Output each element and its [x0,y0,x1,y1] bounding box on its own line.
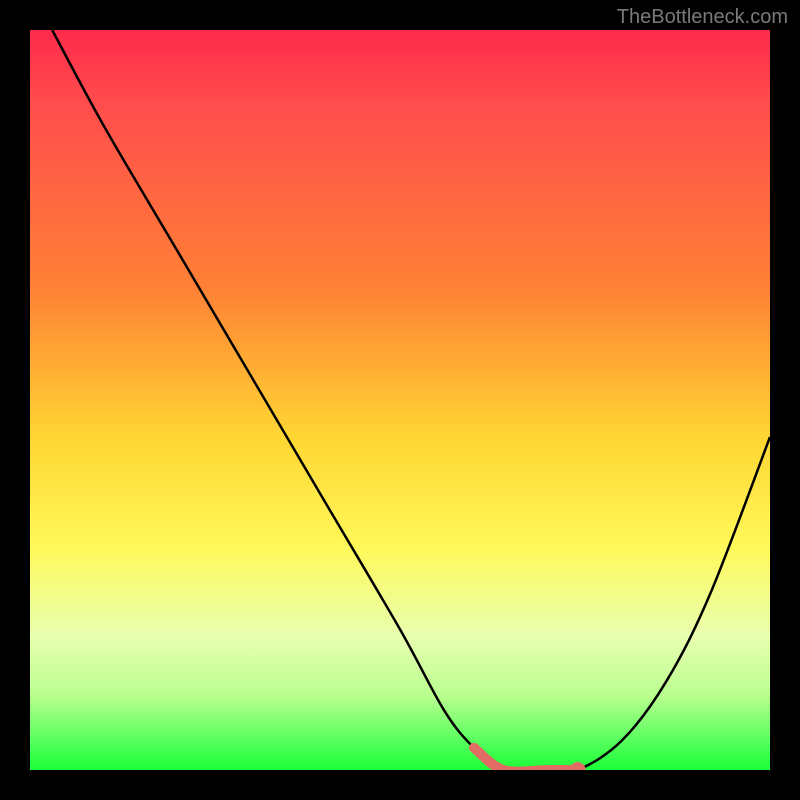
watermark-text: TheBottleneck.com [617,6,788,29]
plot-area [30,30,770,770]
curve-svg [30,30,770,770]
main-curve [52,30,770,770]
highlight-segment [474,748,578,770]
highlight-end-dot [570,762,586,770]
chart-container: TheBottleneck.com [0,0,800,800]
